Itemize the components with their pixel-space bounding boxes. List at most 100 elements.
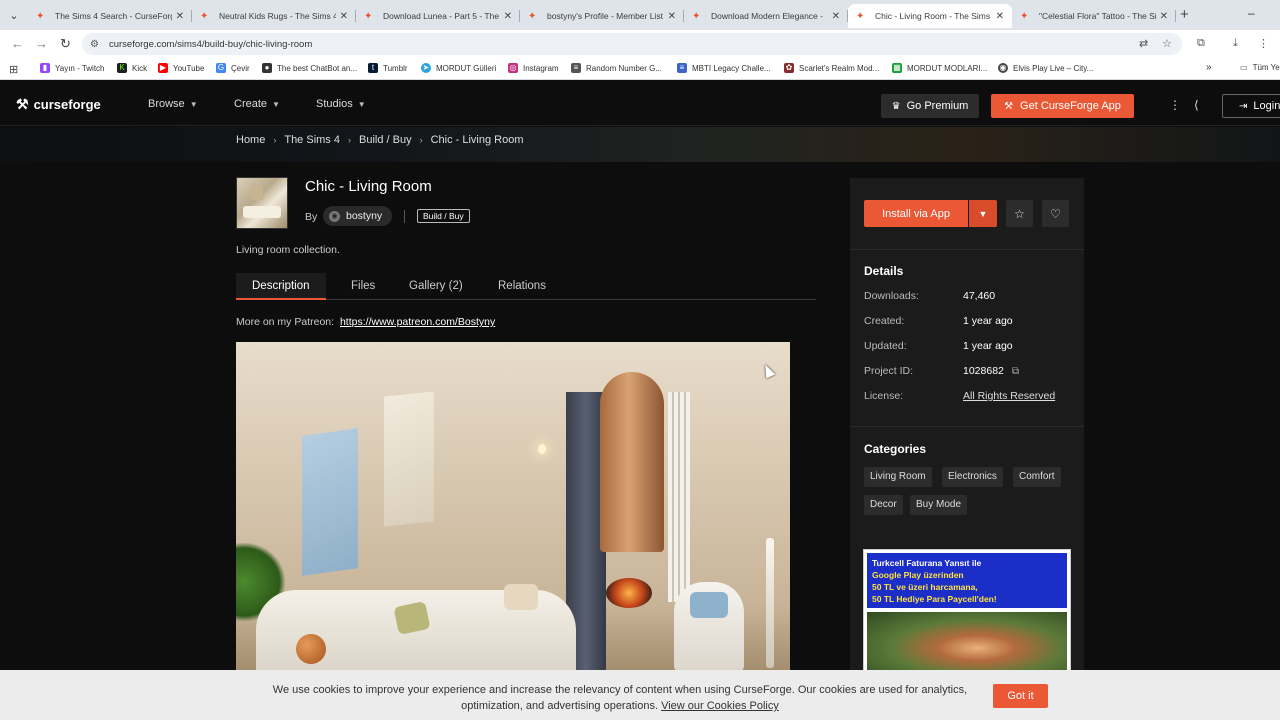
browser-tab[interactable]: ✦ Neutral Kids Rugs - The Sims 4 ✕ [192,4,356,28]
browser-tabs: ✦ The Sims 4 Search - CurseForge ✕ ✦ Neutra… [28,4,1176,28]
favorite-star-button[interactable]: ☆ [1006,200,1033,227]
bookmark-item[interactable]: ▶ YouTube [158,63,204,73]
translate-icon[interactable]: ⇄ [1139,37,1148,50]
browser-tab[interactable]: ✦ Download Modern Elegance - ✕ [684,4,848,28]
bookmark-item[interactable]: ✿ Scarlet's Realm Mod... [784,63,879,73]
tab-gallery[interactable]: Gallery (2) [409,273,463,300]
close-icon[interactable]: ✕ [340,11,348,22]
crown-icon: ♛ [891,100,901,112]
author-chip[interactable]: ◉ bostyny [323,206,393,226]
more-options-icon[interactable]: ⋮ [1169,98,1181,112]
tab-search-icon[interactable]: ⌄ [6,7,22,23]
category-chip[interactable]: Living Room [864,467,932,487]
license-link[interactable]: All Rights Reserved [963,390,1055,402]
download-icon[interactable]: ⤓ [1233,37,1238,50]
category-chip[interactable]: Decor [864,495,903,515]
minimize-icon[interactable]: – [1248,6,1255,20]
go-premium-button[interactable]: ♛ Go Premium [881,94,979,118]
share-icon[interactable]: ⟨ [1194,98,1199,112]
breadcrumb-home[interactable]: Home [236,134,265,146]
browser-tab[interactable]: ✦ Download Lunea - Part 5 - The ✕ [356,4,520,28]
tab-title: Download Lunea - Part 5 - The [383,11,500,21]
profile-icon[interactable]: ⋮ [1258,37,1269,50]
bookmark-item[interactable]: t Tumblr [368,63,408,73]
address-bar[interactable]: ⚙ curseforge.com/sims4/build-buy/chic-li… [82,33,1182,55]
tab-title: Chic - Living Room - The Sims [875,11,991,21]
follow-heart-button[interactable]: ♡ [1042,200,1069,227]
get-app-button[interactable]: ⚒ Get CurseForge App [991,94,1134,118]
reload-icon[interactable]: ↻ [60,36,71,52]
bookmark-item[interactable]: ◉ Elvis Play Live – City... [998,63,1093,73]
url-text: curseforge.com/sims4/build-buy/chic-livi… [108,38,313,50]
close-icon[interactable]: ✕ [504,11,512,22]
ad-text: 50 TL Hediye Para Paycell'den! [872,594,997,604]
category-chip[interactable]: Buy Mode [910,495,968,515]
bookmark-item[interactable]: G Çevir [216,63,250,73]
browser-tab-active[interactable]: ✦ Chic - Living Room - The Sims ✕ [848,4,1012,28]
close-icon[interactable]: ✕ [996,11,1004,22]
patreon-link[interactable]: https://www.patreon.com/Bostyny [340,316,495,328]
hero-banner [0,127,1280,162]
bookmarks-overflow-icon[interactable]: » [1206,62,1212,73]
extensions-icon[interactable]: ⧉ [1197,37,1205,50]
breadcrumb-game[interactable]: The Sims 4 [284,134,340,146]
curseforge-logo[interactable]: ⚒ curseforge [16,96,101,113]
breadcrumb-category[interactable]: Build / Buy [359,134,412,146]
project-id-value: 1028682 ⧉ [963,365,1019,377]
close-icon[interactable]: ✕ [1160,11,1168,22]
new-tab-icon[interactable]: + [1180,6,1189,23]
advertisement[interactable]: Turkcell Faturana Yansıt ile Google Play… [863,549,1071,674]
chatbot-icon: ● [262,63,272,73]
category-chip[interactable]: Electronics [942,467,1003,487]
nav-studios[interactable]: Studios ▼ [316,98,366,110]
close-icon[interactable]: ✕ [832,11,840,22]
site-info-icon[interactable]: ⚙ [90,39,99,50]
browser-tab[interactable]: ✦ The Sims 4 Search - CurseForge ✕ [28,4,192,28]
install-via-app-button[interactable]: Install via App [864,200,968,227]
close-icon[interactable]: ✕ [176,11,184,22]
bookmark-item[interactable]: ◎ Instagram [508,63,559,73]
bookmark-star-icon[interactable]: ☆ [1162,37,1172,50]
category-badge[interactable]: Build / Buy [417,209,470,223]
tab-description[interactable]: Description [236,273,326,300]
curseforge-favicon-icon: ✦ [856,10,865,22]
divider [850,249,1084,250]
copy-icon[interactable]: ⧉ [1012,366,1019,377]
forward-icon[interactable]: → [35,36,48,51]
project-tabs: Description Files Gallery (2) Relations [236,273,816,300]
category-chip[interactable]: Comfort [1013,467,1061,487]
close-icon[interactable]: ✕ [668,11,676,22]
downloads-value: 47,460 [963,290,995,302]
cookie-policy-link[interactable]: View our Cookies Policy [661,700,779,712]
bookmark-item[interactable]: ▮ Yayın - Twitch [40,63,105,73]
bookmark-item[interactable]: ≡ MBTI Legacy Challe... [677,63,771,73]
apps-grid-icon[interactable]: ⊞ [9,63,18,76]
bookmark-item[interactable]: ▦ MORDUT MODLARI... [892,63,987,73]
tab-relations[interactable]: Relations [498,273,546,300]
cookie-accept-button[interactable]: Got it [993,684,1048,708]
tab-files[interactable]: Files [351,273,375,300]
bookmark-item[interactable]: K Kick [117,63,147,73]
bookmark-label: Kick [132,63,148,73]
curseforge-favicon-icon: ✦ [528,10,537,22]
ad-photo [867,612,1067,672]
back-icon[interactable]: ← [11,36,24,51]
bookmark-item[interactable]: ➤ MORDUT Gülleri [421,63,496,73]
document-icon: ≡ [677,63,687,73]
browser-tab[interactable]: ✦ bostyny's Profile - Member List ✕ [520,4,684,28]
ad-text: 50 TL ve üzeri harcamana, [872,582,978,592]
bookmark-item[interactable]: ● The best ChatBot an... [262,63,357,73]
login-button[interactable]: ⇥ Login [1222,94,1280,118]
nav-browse[interactable]: Browse ▼ [148,98,198,110]
install-options-dropdown[interactable]: ▼ [969,200,997,227]
nav-create[interactable]: Create ▼ [234,98,280,110]
patreon-prefix: More on my Patreon: [236,316,335,328]
bookmark-item[interactable]: ≡ Random Number G... [571,63,662,73]
browser-tab[interactable]: ✦ "Celestial Flora" Tattoo - The Si ✕ [1012,4,1176,28]
project-thumbnail[interactable] [236,177,288,229]
browser-toolbar: ← → ↻ ⚙ curseforge.com/sims4/build-buy/c… [0,30,1280,58]
all-bookmarks-folder[interactable]: ▭ Tüm Ye [1240,63,1280,72]
curseforge-favicon-icon: ✦ [692,10,701,22]
kick-icon: K [117,63,127,73]
document-icon: ≡ [571,63,581,73]
